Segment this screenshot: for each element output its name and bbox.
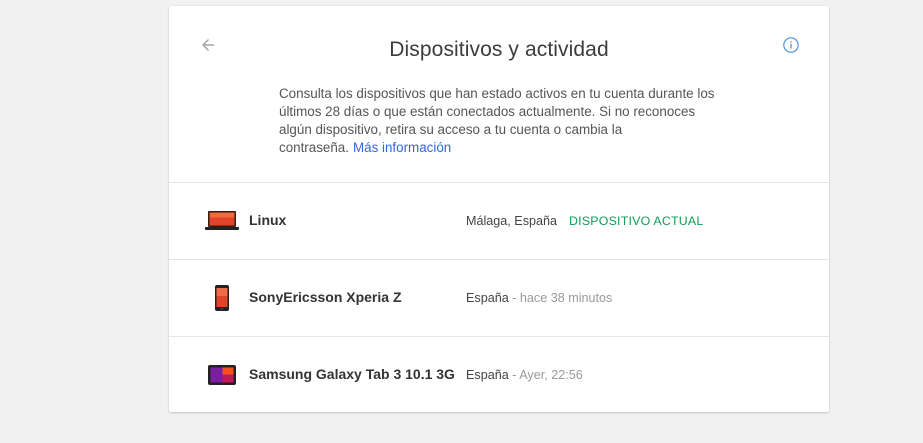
location-text: Málaga, España [466,214,558,228]
location-text: España [466,291,509,305]
device-name: Linux [249,212,287,228]
separator: - [508,291,520,305]
device-row-xperia[interactable]: SonyEricsson Xperia Z España - hace 38 m… [169,260,829,337]
device-location: Málaga, España DISPOSITIVO ACTUAL [466,214,703,228]
last-activity-time: Ayer, 22:56 [519,368,583,382]
description-body: Consulta los dispositivos que han estado… [279,86,715,155]
separator: - [508,368,520,382]
devices-activity-card: Dispositivos y actividad Consulta los di… [169,6,829,412]
device-row-galaxy-tab[interactable]: Samsung Galaxy Tab 3 10.1 3G España - Ay… [169,337,829,413]
device-row-linux[interactable]: Linux Málaga, España DISPOSITIVO ACTUAL [169,183,829,260]
laptop-icon [205,207,239,235]
page-title: Dispositivos y actividad [389,38,609,61]
device-name: SonyEricsson Xperia Z [249,289,402,305]
description-text: Consulta los dispositivos que han estado… [279,85,719,157]
device-location: España - Ayer, 22:56 [466,368,583,382]
last-activity-time: hace 38 minutos [519,291,613,305]
device-name: Samsung Galaxy Tab 3 10.1 3G [249,366,455,382]
more-info-link[interactable]: Más información [353,140,451,155]
current-device-badge: DISPOSITIVO ACTUAL [569,214,704,228]
info-icon [783,37,799,53]
phone-icon [205,284,239,312]
tablet-icon [205,361,239,389]
device-list: Linux Málaga, España DISPOSITIVO ACTUAL S… [169,183,829,413]
device-location: España - hace 38 minutos [466,291,612,305]
location-text: España [466,368,509,382]
card-header: Dispositivos y actividad Consulta los di… [169,6,829,183]
info-button[interactable] [781,35,801,55]
